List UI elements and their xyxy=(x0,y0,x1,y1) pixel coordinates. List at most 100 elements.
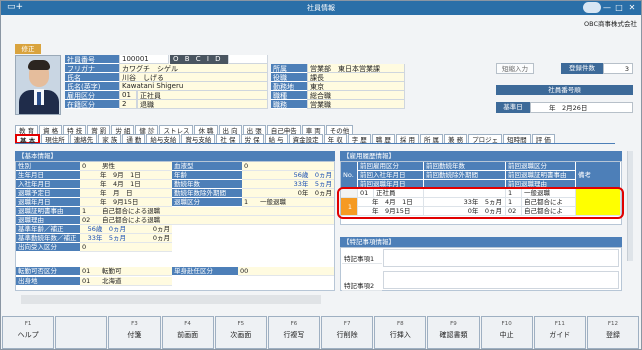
basic-info-title: 【基本情報】 xyxy=(15,151,335,161)
fkey-code: F11 xyxy=(554,321,565,327)
base-tenure-label: 基準勤続年数／補正 xyxy=(16,234,80,243)
single-field[interactable]: 00 xyxy=(238,267,334,276)
furigana-label: フリガナ xyxy=(65,64,119,73)
dept-field[interactable]: 営業部 東日本営業課 xyxy=(307,64,405,73)
fkey-f12-button[interactable]: F12 登録 xyxy=(586,316,640,349)
window-title: 社員情報 xyxy=(307,4,335,12)
tenure-excl-label: 勤続年数除外期間 xyxy=(172,189,242,198)
history-col-prev-tenure: 前回勤続年数 xyxy=(424,162,506,171)
reg-count-value: 3 xyxy=(603,63,633,74)
transfer-field: 転勤可 xyxy=(100,267,172,276)
fkey-f10-button[interactable]: F10 中止 xyxy=(480,316,533,349)
sort-order-bar[interactable]: 社員番号順 xyxy=(496,85,633,95)
retire-reason-code[interactable]: 02 xyxy=(80,216,100,225)
retire-reason-field: 自己都合による退職 xyxy=(100,216,334,225)
single-label: 単身赴任区分 xyxy=(172,267,238,276)
company-logo-icon xyxy=(583,2,601,13)
employee-no-field[interactable]: 100001 xyxy=(119,55,169,64)
company-name: OBC商事株式会社 xyxy=(584,20,637,28)
origin-code[interactable]: 01 xyxy=(80,277,100,286)
fkey-f2-button[interactable] xyxy=(55,316,108,349)
birth-field[interactable]: 年 9月 1日 xyxy=(80,171,172,180)
blood-field[interactable]: 0 xyxy=(242,162,334,171)
retire-reason-label: 退職理由 xyxy=(16,216,80,225)
furigana-field[interactable]: カワグチ シゲル xyxy=(119,64,268,73)
job-type-field[interactable]: 総合職 xyxy=(307,91,405,100)
retire-cert-field: 自己都合による退職 xyxy=(100,207,334,216)
special-item1-field[interactable] xyxy=(383,249,619,267)
history-col-prev-retire-type: 前回退職区分 xyxy=(506,162,576,171)
name-field[interactable]: 川谷 しげる xyxy=(119,73,268,82)
base-age-label: 基準年齢／補正 xyxy=(16,225,80,234)
base-tenure-adj-field[interactable]: 0ヵ月 xyxy=(128,234,172,243)
fkey-f9-button[interactable]: F9 確認書類 xyxy=(427,316,480,349)
hire-label: 入社年月日 xyxy=(16,180,80,189)
retire-plan-field[interactable]: 年 月 日 xyxy=(80,189,172,198)
fkey-f5-button[interactable]: F5 次画面 xyxy=(214,316,267,349)
status-bar xyxy=(21,295,321,304)
blood-label: 血液型 xyxy=(172,162,242,171)
retire-cert-code[interactable]: 1 xyxy=(80,207,100,216)
name-en-field[interactable]: Kawatani Shigeru xyxy=(119,82,268,91)
status-code[interactable]: 2 xyxy=(119,100,137,109)
retire-type-code[interactable]: 1 xyxy=(242,198,258,207)
history-col-no: No. xyxy=(341,162,358,189)
history-col-prev-hire: 前回入社年月日 xyxy=(358,171,424,180)
history-col-memo: 備考 xyxy=(576,162,621,189)
fkey-f7-button[interactable]: F7 行削除 xyxy=(321,316,374,349)
tenure-field: 33年 5ヵ月 xyxy=(242,180,334,189)
base-date-field[interactable]: 年 2月26日 xyxy=(530,102,633,113)
photo-hair xyxy=(28,60,50,70)
fkey-code: F5 xyxy=(237,321,245,327)
minimize-button[interactable]: — xyxy=(601,2,613,13)
fkey-f4-button[interactable]: F4 前画面 xyxy=(161,316,214,349)
history-col-prev-cert: 前回退職証明書事由 xyxy=(506,171,576,180)
dispatch-field[interactable]: 0 xyxy=(80,243,172,252)
employee-photo[interactable] xyxy=(15,55,61,115)
fkey-label: 行複写 xyxy=(283,331,305,339)
obcid-label: O B C I D xyxy=(170,55,228,64)
short-input-button[interactable]: 短縮入力 xyxy=(496,63,534,74)
position-label: 役職 xyxy=(271,73,307,82)
base-age-adj-field[interactable]: 0ヵ月 xyxy=(128,225,172,234)
location-field[interactable]: 東京 xyxy=(307,82,405,91)
photo-tie xyxy=(37,92,41,105)
position-field[interactable]: 課長 xyxy=(307,73,405,82)
mode-badge: 修正 xyxy=(15,44,41,54)
obcid-field[interactable] xyxy=(228,55,268,64)
dept-label: 所属 xyxy=(271,64,307,73)
name-en-label: 氏名(英字) xyxy=(65,82,119,91)
job-role-label: 職務 xyxy=(271,100,307,109)
fkey-label: 前画面 xyxy=(177,331,199,339)
gender-field: 男性 xyxy=(100,162,172,171)
special-item2-field[interactable] xyxy=(383,271,619,289)
hire-field[interactable]: 年 4月 1日 xyxy=(80,180,172,189)
fkey-code: F12 xyxy=(607,321,619,327)
base-date-label: 基準日 xyxy=(496,102,530,113)
job-role-field[interactable]: 営業職 xyxy=(307,100,405,109)
function-key-bar: F1 ヘルプ F3 付箋 F4 前画面 F5 次画面 F6 行複写 F7 行削除 F8 行挿入 F9 確認書類… xyxy=(2,316,640,349)
retire-plan-label: 退職予定日 xyxy=(16,189,80,198)
scrollbar[interactable] xyxy=(627,151,633,261)
transfer-code[interactable]: 01 xyxy=(80,267,100,276)
fkey-f8-button[interactable]: F8 行挿入 xyxy=(374,316,427,349)
tenure-excl-field[interactable]: 0年 0ヵ月 xyxy=(242,189,334,198)
employment-type-field: 正社員 xyxy=(137,91,268,100)
age-label: 年齢 xyxy=(172,171,242,180)
fkey-code: F6 xyxy=(290,321,298,327)
fkey-f3-button[interactable]: F3 付箋 xyxy=(108,316,161,349)
employment-type-code[interactable]: 01 xyxy=(119,91,137,100)
gender-code[interactable]: 0 xyxy=(80,162,100,171)
tab-underline xyxy=(15,143,615,144)
close-button[interactable]: ✕ xyxy=(626,2,638,13)
employment-type-label: 雇用区分 xyxy=(65,91,119,100)
fkey-f6-button[interactable]: F6 行複写 xyxy=(267,316,321,349)
retire-type-label: 退職区分 xyxy=(172,198,242,207)
fkey-f11-button[interactable]: F11 ガイド xyxy=(533,316,586,349)
retire-field[interactable]: 年 9月15日 xyxy=(80,198,172,207)
location-label: 勤務地 xyxy=(271,82,307,91)
status-label: 在籍区分 xyxy=(65,100,119,109)
tenure-label: 勤続年数 xyxy=(172,180,242,189)
maximize-button[interactable]: □ xyxy=(613,2,625,13)
fkey-f1-button[interactable]: F1 ヘルプ xyxy=(2,316,55,349)
